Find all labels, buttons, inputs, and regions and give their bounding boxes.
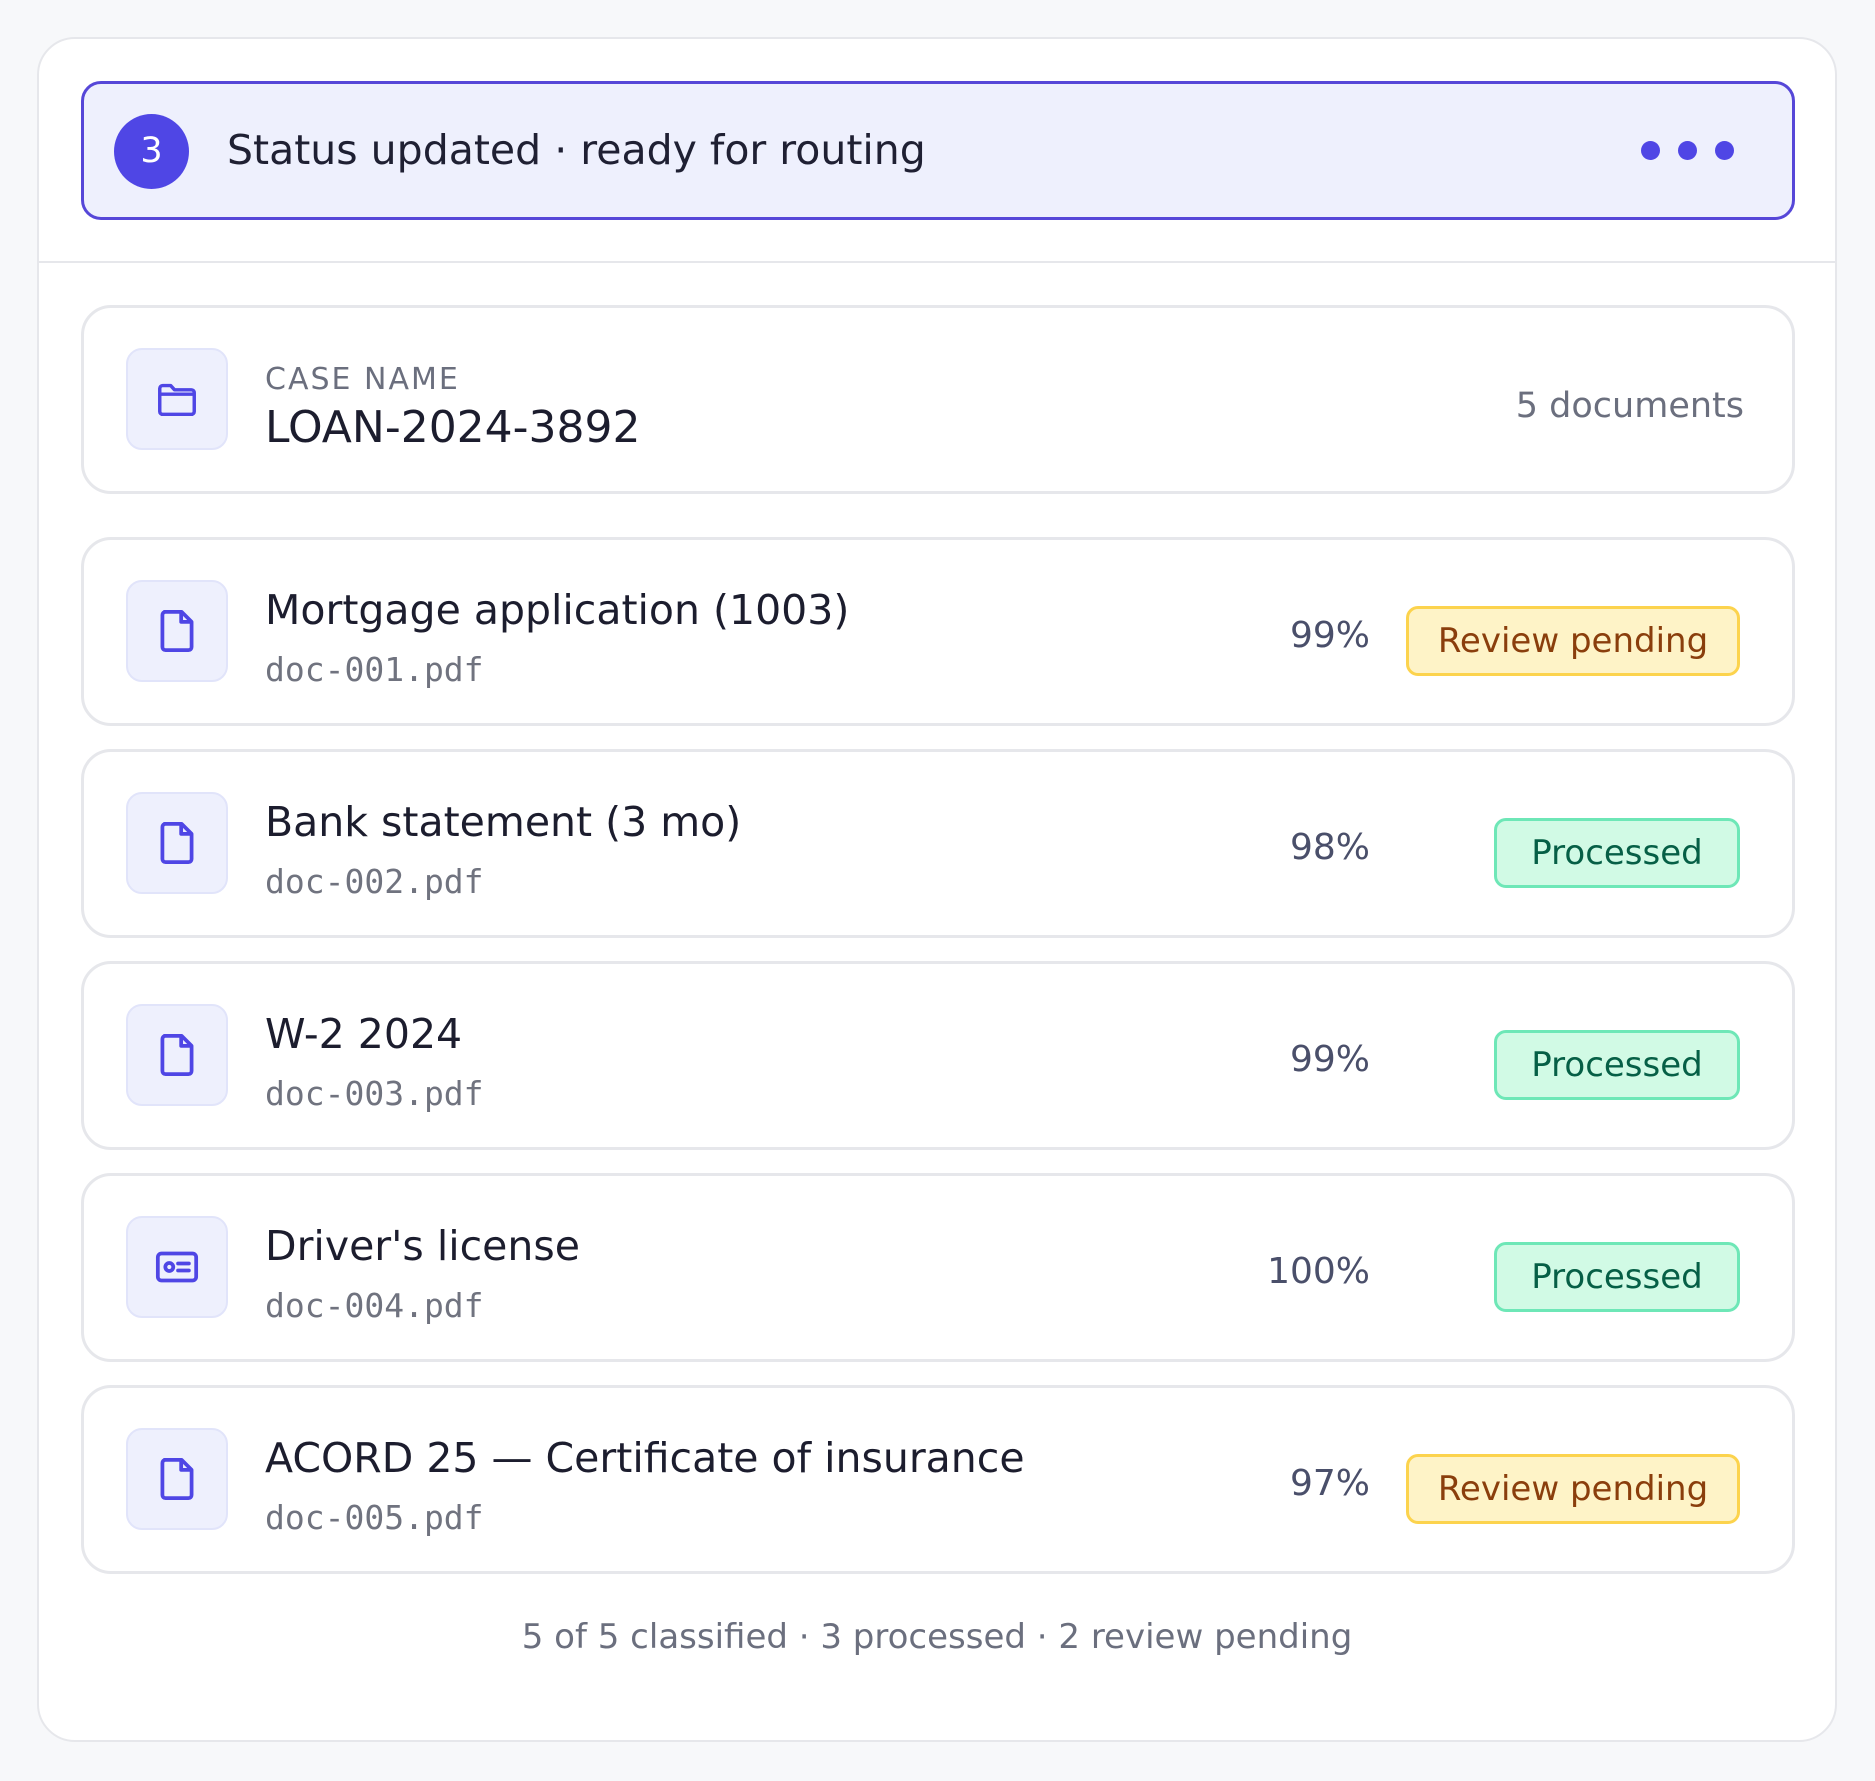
confidence-score: 98% [1289,827,1370,868]
case-header: CASE NAME LOAN-2024-3892 5 documents [81,305,1795,494]
document-row[interactable]: W-2 2024 doc-003.pdf 99% Processed [81,961,1795,1150]
step-badge: 3 [114,114,189,189]
document-row[interactable]: ACORD 25 — Certificate of insurance doc-… [81,1385,1795,1574]
confidence-score: 99% [1289,615,1370,656]
file-icon [126,1428,228,1530]
status-badge: Processed [1494,818,1740,888]
more-options-icon[interactable] [1641,141,1734,160]
status-badge: Review pending [1406,606,1740,676]
dot-icon [1715,141,1734,160]
confidence-score: 99% [1289,1039,1370,1080]
file-icon [126,1004,228,1106]
document-row[interactable]: Driver's license doc-004.pdf 100% Proces… [81,1173,1795,1362]
document-title: Bank statement (3 mo) [265,798,742,846]
document-title: Driver's license [265,1222,580,1270]
status-badge: Processed [1494,1242,1740,1312]
folder-icon [126,348,228,450]
status-banner: 3 Status updated · ready for routing [81,81,1795,220]
case-name-label: CASE NAME [265,362,460,397]
confidence-score: 97% [1289,1463,1370,1504]
document-filename: doc-005.pdf [265,1498,484,1537]
file-icon [126,792,228,894]
status-badge: Processed [1494,1030,1740,1100]
id-card-icon [126,1216,228,1318]
status-message: Status updated · ready for routing [227,126,926,174]
dot-icon [1678,141,1697,160]
case-name: LOAN-2024-3892 [265,402,641,453]
document-count: 5 documents [1515,386,1744,426]
document-title: Mortgage application (1003) [265,586,850,634]
case-card: 3 Status updated · ready for routing CAS… [37,37,1837,1742]
document-filename: doc-002.pdf [265,862,484,901]
document-filename: doc-004.pdf [265,1286,484,1325]
classification-summary: 5 of 5 classified · 3 processed · 2 revi… [521,1617,1353,1657]
divider [39,261,1835,263]
status-badge: Review pending [1406,1454,1740,1524]
document-row[interactable]: Bank statement (3 mo) doc-002.pdf 98% Pr… [81,749,1795,938]
document-filename: doc-001.pdf [265,650,484,689]
document-row[interactable]: Mortgage application (1003) doc-001.pdf … [81,537,1795,726]
file-icon [126,580,228,682]
confidence-score: 100% [1267,1251,1370,1292]
document-title: W-2 2024 [265,1010,463,1058]
document-title: ACORD 25 — Certificate of insurance [265,1434,1025,1482]
document-filename: doc-003.pdf [265,1074,484,1113]
dot-icon [1641,141,1660,160]
